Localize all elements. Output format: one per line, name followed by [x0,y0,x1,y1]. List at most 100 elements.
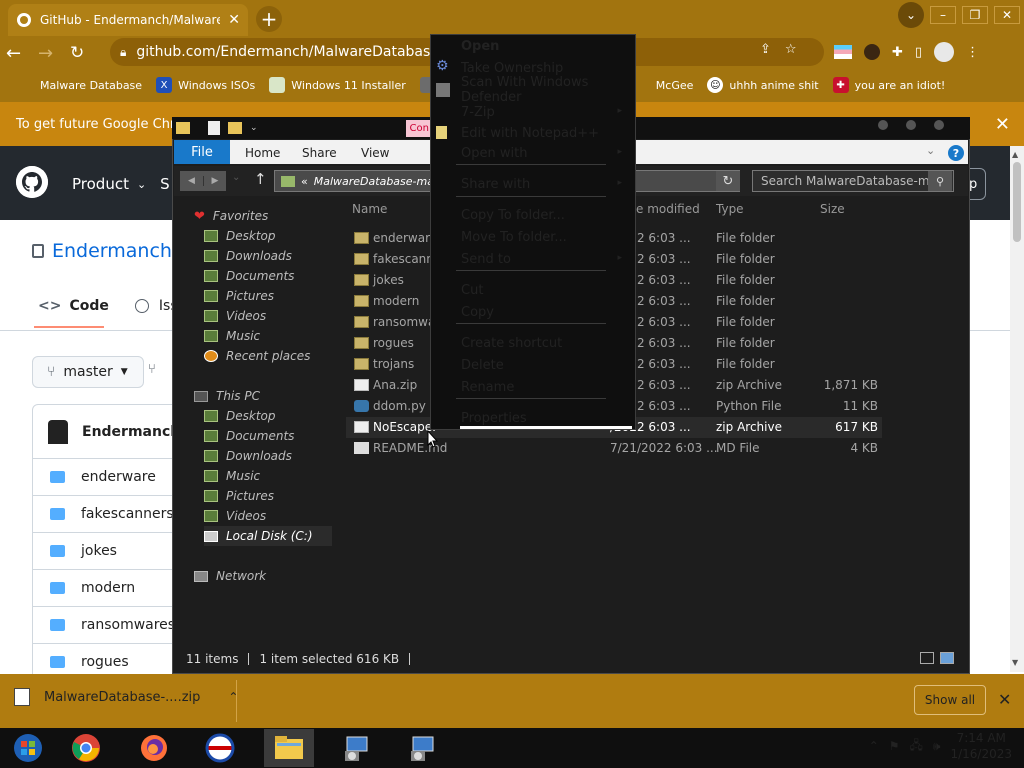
menu-item-open[interactable]: Open [430,36,636,56]
taskbar-app-network1[interactable] [334,729,378,767]
sidebar-item-recent-places[interactable]: Recent places [204,346,332,366]
start-button[interactable] [6,729,50,767]
help-icon[interactable]: ? [948,145,964,161]
extension-avatar-icon[interactable] [864,44,880,60]
scrollbar-thumb[interactable] [1013,162,1021,242]
nav-product[interactable]: Product [72,175,129,193]
column-name[interactable]: Name [352,202,387,216]
branch-selector[interactable]: ⑂ master ▼ [32,356,144,388]
menu-item-7-zip[interactable]: 7-Zip ▸ [430,102,636,122]
sidebar-item-downloads[interactable]: Downloads [204,246,332,266]
list-item[interactable]: fakescanners [32,495,182,532]
explorer-tab-contextual[interactable]: Con [405,119,433,137]
menu-item-create-shortcut[interactable]: Create shortcut [430,333,636,353]
menu-item-send-to[interactable]: Send to ▸ [430,249,636,269]
recent-dropdown-icon[interactable]: ⌄ [232,172,240,183]
bookmark-anime[interactable]: ☺ uhhh anime shit [707,77,819,93]
ribbon-expand-icon[interactable]: ⌄ [926,144,935,157]
show-all-button[interactable]: Show all [914,685,986,715]
sidebar-local-disk[interactable]: Local Disk (C:) [204,526,332,546]
taskbar-explorer[interactable] [264,729,314,767]
tab-code[interactable]: <> Code [38,298,109,314]
sidebar-item-music[interactable]: Music [204,326,332,346]
menu-item-share-with[interactable]: Share with ▸ [430,174,636,194]
infobar-close-icon[interactable]: ✕ [995,114,1010,135]
extension-flag-icon[interactable] [834,45,852,59]
volume-icon[interactable]: 🕪︎ [933,739,941,754]
menu-item-edit-with-notepad[interactable]: Edit with Notepad++ [430,123,636,143]
taskbar-app-network2[interactable] [400,729,444,767]
clock[interactable]: 7:14 AM 1/16/2023 [950,730,1012,762]
column-type[interactable]: Type [716,202,744,216]
sidebar-item-videos[interactable]: Videos [204,306,332,326]
taskbar-chrome[interactable] [64,729,108,767]
menu-item-copy[interactable]: Copy [430,302,636,322]
sidebar-pc-videos[interactable]: Videos [204,506,332,526]
share-icon[interactable]: ⇪ [760,42,771,57]
column-date[interactable]: e modified [636,202,700,216]
menu-item-scan-with-windows-defender[interactable]: Scan With Windows Defender [430,75,636,105]
search-input[interactable]: Search MalwareDatabase-m... [752,170,954,192]
menu-item-open-with[interactable]: Open with ▸ [430,143,636,163]
repo-owner-link[interactable]: Endermanch / [52,240,184,262]
extensions-puzzle-icon[interactable]: ✚ [892,45,903,60]
action-center-flag-icon[interactable]: ⚑ [889,739,900,753]
taskbar-app-globe[interactable] [198,729,242,767]
downloads-close-icon[interactable]: ✕ [998,690,1011,709]
new-folder-icon[interactable] [228,122,242,134]
bookmark-windows-isos[interactable]: X Windows ISOs [156,77,255,93]
column-size[interactable]: Size [820,202,845,216]
close-window-button[interactable] [934,120,944,130]
bookmark-mcgee[interactable]: McGee [656,79,694,92]
search-icon[interactable]: ⚲ [928,171,952,191]
forward-arrow-icon[interactable]: → [38,43,64,64]
maximize-button[interactable]: ❐ [962,6,988,24]
sidebar-pc-documents[interactable]: Documents [204,426,332,446]
close-window-button[interactable]: ✕ [994,6,1020,24]
scroll-up-icon[interactable]: ▲ [1012,150,1018,159]
star-icon[interactable]: ☆ [785,42,797,57]
list-item[interactable]: jokes [32,532,182,569]
list-item[interactable]: ransomwares [32,606,182,643]
sidebar-item-desktop[interactable]: Desktop [204,226,332,246]
download-item[interactable]: MalwareDatabase-....zip ⌃ [14,688,238,706]
network-icon[interactable]: 🖧︎ [910,736,923,757]
branches-icon[interactable]: ⑂ [148,362,172,382]
sidebar-this-pc[interactable]: This PC [194,386,332,406]
sidebar-network[interactable]: Network [194,566,332,586]
bookmark-windows11-installer[interactable]: Windows 11 Installer [269,77,406,93]
forward-arrow-icon[interactable]: ▶ [203,176,226,186]
menu-item-rename[interactable]: Rename [430,377,636,397]
up-arrow-icon[interactable]: ↑ [254,170,267,188]
sidebar-pc-pictures[interactable]: Pictures [204,486,332,506]
profile-dropdown-icon[interactable]: ⌄ [898,2,924,28]
sidebar-pc-desktop[interactable]: Desktop [204,406,332,426]
ribbon-tab-file[interactable]: File [174,140,230,164]
refresh-icon[interactable]: ↻ [716,171,740,191]
taskbar-firefox[interactable] [132,729,176,767]
sidebar-item-documents[interactable]: Documents [204,266,332,286]
ribbon-tab-share[interactable]: Share [302,146,337,160]
sidebar-pc-music[interactable]: Music [204,466,332,486]
menu-item-move-to-folder[interactable]: Move To folder... [430,227,636,247]
menu-item-delete[interactable]: Delete [430,355,636,375]
sidebar-favorites[interactable]: ❤ Favorites [194,206,332,226]
menu-item-properties[interactable]: Properties [430,408,636,428]
large-icons-view-icon[interactable] [940,652,954,664]
maximize-button[interactable] [906,120,916,130]
list-item[interactable]: modern [32,569,182,606]
github-logo-icon[interactable] [16,166,48,198]
back-arrow-icon[interactable]: ◀ [180,176,203,186]
qat-dropdown-icon[interactable]: ⌄ [250,123,258,133]
properties-icon[interactable] [208,121,220,135]
tab-close-icon[interactable]: ✕ [228,12,240,28]
menu-kebab-icon[interactable]: ⋮ [966,45,979,60]
details-view-icon[interactable] [920,652,934,664]
bookmark-idiot[interactable]: ✚ you are an idiot! [832,77,945,93]
menu-item-copy-to-folder[interactable]: Copy To folder... [430,205,636,225]
side-panel-icon[interactable]: ▯ [915,45,922,60]
reload-icon[interactable]: ↻ [70,43,96,63]
nav-solutions-partial[interactable]: S [160,175,170,193]
menu-item-cut[interactable]: Cut [430,280,636,300]
chevron-up-icon[interactable]: ⌃ [869,739,879,753]
